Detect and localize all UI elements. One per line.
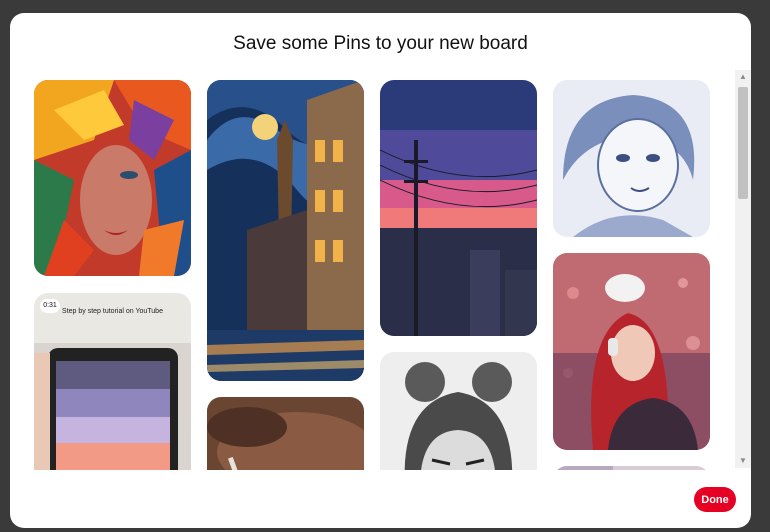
- scroll-thumb[interactable]: [738, 87, 748, 199]
- pin-sketch-buns-girl[interactable]: [380, 352, 537, 470]
- chevron-up-icon[interactable]: ▲: [735, 70, 751, 84]
- pin-hand-closeup-image: [207, 397, 364, 470]
- done-button[interactable]: Done: [694, 487, 736, 512]
- pin-blue-sketch-portrait-image: [553, 80, 710, 237]
- pin-cat-redhead[interactable]: [553, 253, 710, 450]
- pin-hand-closeup[interactable]: [207, 397, 364, 470]
- pin-flower-woman-image: [34, 80, 191, 276]
- modal-title: Save some Pins to your new board: [233, 33, 528, 54]
- pin-sunset-powerlines[interactable]: [380, 80, 537, 336]
- pin-night-street-image: [207, 80, 364, 381]
- scrollbar[interactable]: ▲ ▼: [735, 70, 751, 468]
- pin-sunset-powerlines-image: [380, 80, 537, 336]
- pin-tutorial-image: [34, 293, 191, 470]
- pin-bottom-partial[interactable]: [553, 466, 710, 470]
- pin-grid[interactable]: 0:31 Step by step tutorial on YouTube: [10, 70, 734, 470]
- pin-sketch-buns-girl-image: [380, 352, 537, 470]
- pin-tutorial-video[interactable]: 0:31 Step by step tutorial on YouTube: [34, 293, 191, 470]
- pin-blue-sketch-portrait[interactable]: [553, 80, 710, 237]
- pin-night-street[interactable]: [207, 80, 364, 381]
- chevron-down-icon[interactable]: ▼: [735, 454, 751, 468]
- tutorial-caption: Step by step tutorial on YouTube: [62, 308, 163, 315]
- save-pins-modal: Save some Pins to your new board 0:31 St…: [10, 13, 751, 528]
- pin-cat-redhead-image: [553, 253, 710, 450]
- pin-flower-woman[interactable]: [34, 80, 191, 276]
- pin-bottom-partial-image: [553, 466, 710, 470]
